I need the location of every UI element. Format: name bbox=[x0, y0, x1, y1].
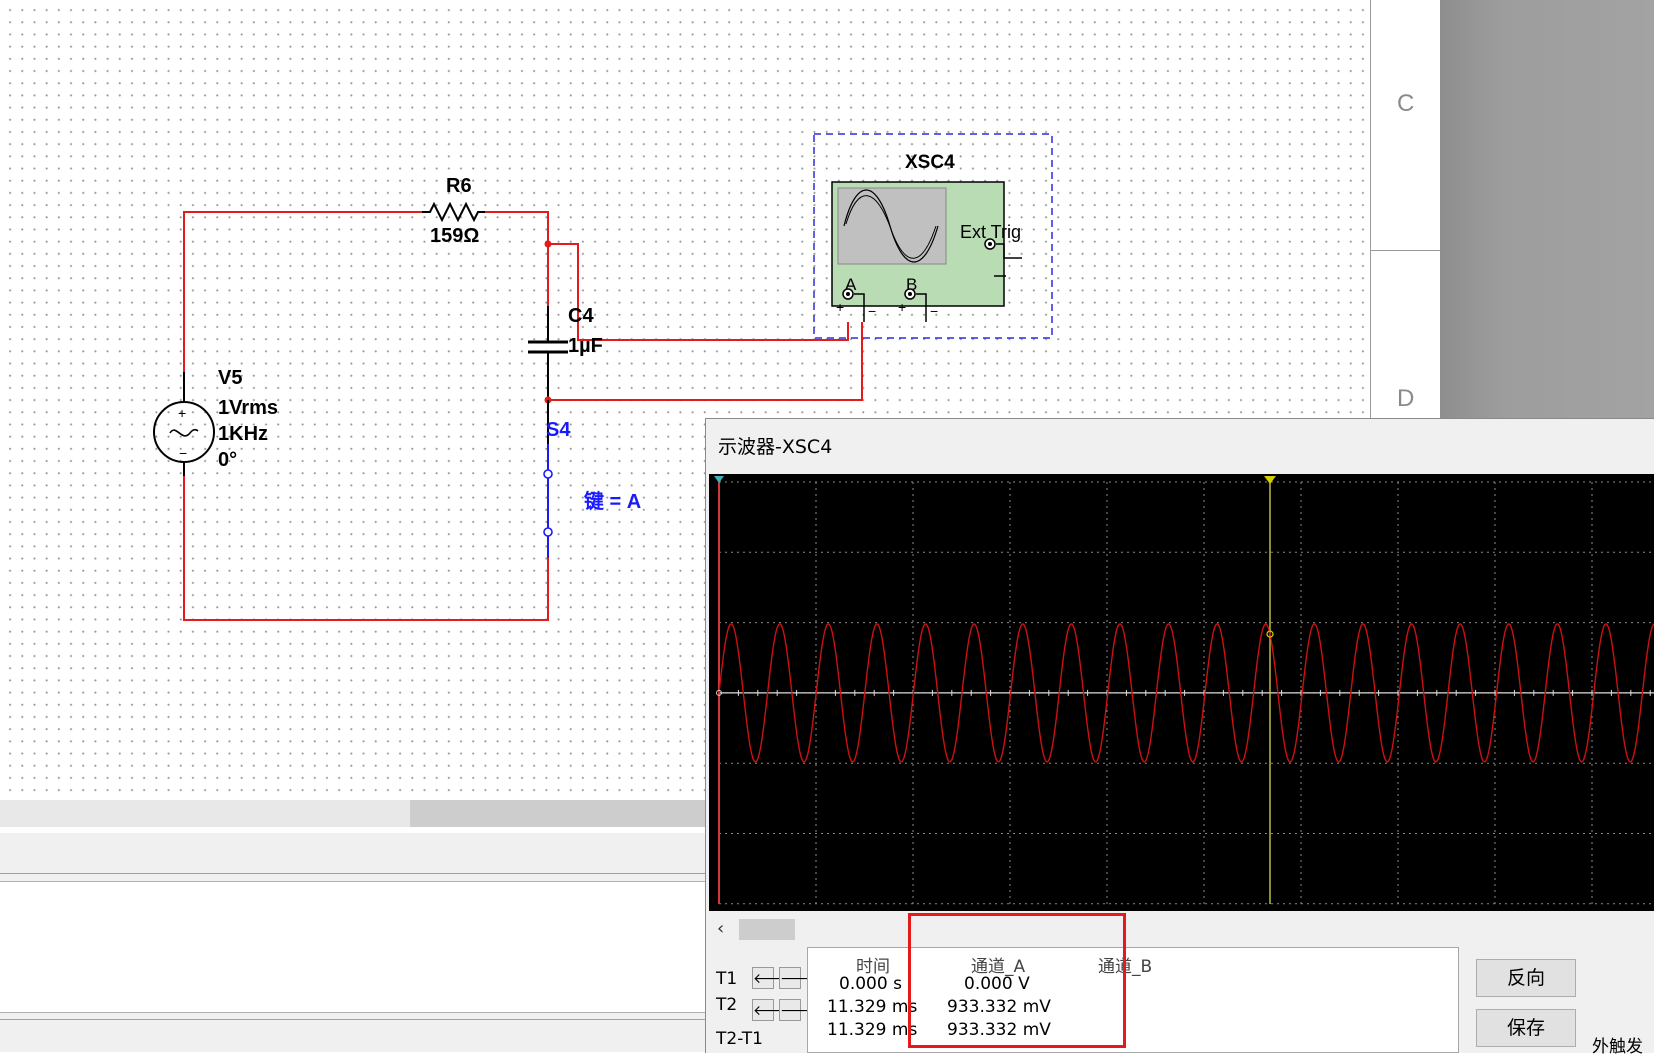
svg-text:+: + bbox=[836, 299, 844, 315]
t2-channel-a-value: 933.332 mV bbox=[947, 997, 1051, 1017]
cursor-t1-marker bbox=[714, 476, 724, 483]
chevron-left-icon[interactable]: ‹ bbox=[717, 918, 724, 939]
t1-channel-a-value: 0.000 V bbox=[964, 974, 1030, 994]
t1-label: T1 bbox=[716, 969, 738, 989]
t1-time-value: 0.000 s bbox=[839, 974, 902, 994]
resistor-name: R6 bbox=[446, 175, 472, 197]
oscilloscope-window[interactable]: 示波器-XSC4 ‹ T1 🡐 🡒 T2 🡐 🡒 T2-T1 时间 通道_A 通… bbox=[705, 418, 1654, 1053]
display-scrollbar[interactable]: ‹ bbox=[709, 916, 1654, 943]
t2-time-value: 11.329 ms bbox=[827, 997, 918, 1017]
cursor-t2-marker bbox=[1264, 476, 1276, 484]
svg-text:+: + bbox=[898, 299, 906, 315]
t1-left-button[interactable]: 🡐 bbox=[752, 967, 791, 989]
t2-right-button[interactable]: 🡒 bbox=[779, 999, 818, 1021]
wire-switch-return bbox=[183, 470, 549, 621]
border-letter-d: D bbox=[1397, 385, 1415, 412]
source-amplitude: 1Vrms bbox=[218, 397, 278, 419]
capacitor-name: C4 bbox=[568, 305, 594, 327]
t2-left-button[interactable]: 🡐 bbox=[752, 999, 791, 1021]
resistor-value: 159Ω bbox=[430, 225, 479, 247]
switch-contact bbox=[543, 469, 553, 479]
oscilloscope-name: XSC4 bbox=[905, 152, 955, 173]
border-letter-c: C bbox=[1397, 90, 1415, 117]
diff-time-value: 11.329 ms bbox=[827, 1020, 918, 1040]
wire-source-resistor bbox=[183, 211, 422, 372]
svg-text:−: − bbox=[179, 445, 187, 461]
column-header-channel-b: 通道_B bbox=[1098, 957, 1153, 977]
sheet-border: C D bbox=[1370, 0, 1442, 420]
reverse-button[interactable]: 反向 bbox=[1476, 959, 1576, 997]
t1-right-button[interactable]: 🡒 bbox=[779, 967, 818, 989]
cursor-readout-table: 时间 通道_A 通道_B 0.000 s 0.000 V 11.329 ms 9… bbox=[807, 947, 1459, 1053]
source-phase: 0° bbox=[218, 449, 237, 471]
capacitor-value: 1µF bbox=[568, 335, 603, 357]
save-button[interactable]: 保存 bbox=[1476, 1009, 1576, 1047]
resistor-symbol bbox=[422, 201, 485, 223]
source-name: V5 bbox=[218, 367, 242, 389]
window-title: 示波器-XSC4 bbox=[718, 436, 833, 458]
display-scrollbar-thumb[interactable] bbox=[739, 919, 795, 940]
switch-contact bbox=[543, 527, 553, 537]
wire-resistor-node bbox=[485, 211, 549, 306]
svg-text:+: + bbox=[178, 405, 186, 421]
ext-trigger-label: 外触发 bbox=[1592, 1037, 1643, 1057]
workspace-margin bbox=[1440, 0, 1654, 420]
svg-text:−: − bbox=[868, 303, 876, 319]
svg-text:−: − bbox=[930, 303, 938, 319]
junction-dot bbox=[544, 240, 552, 248]
cursor-controls: T1 🡐 🡒 T2 🡐 🡒 T2-T1 bbox=[706, 947, 818, 1053]
diff-channel-a-value: 933.332 mV bbox=[947, 1020, 1051, 1040]
source-frequency: 1KHz bbox=[218, 423, 268, 445]
switch-name: S4 bbox=[546, 419, 571, 441]
scrollbar-thumb[interactable] bbox=[410, 800, 710, 827]
switch-key-label: 键 = A bbox=[584, 489, 641, 513]
t2-label: T2 bbox=[716, 995, 738, 1015]
oscilloscope-display[interactable] bbox=[709, 474, 1654, 911]
waveform-plot bbox=[714, 476, 1654, 905]
output-area bbox=[0, 881, 710, 1013]
t2-t1-label: T2-T1 bbox=[716, 1029, 763, 1049]
horizontal-scrollbar[interactable] bbox=[0, 800, 710, 827]
spreadsheet-view-pane bbox=[0, 833, 710, 1052]
wire-node-ground bbox=[548, 322, 863, 401]
